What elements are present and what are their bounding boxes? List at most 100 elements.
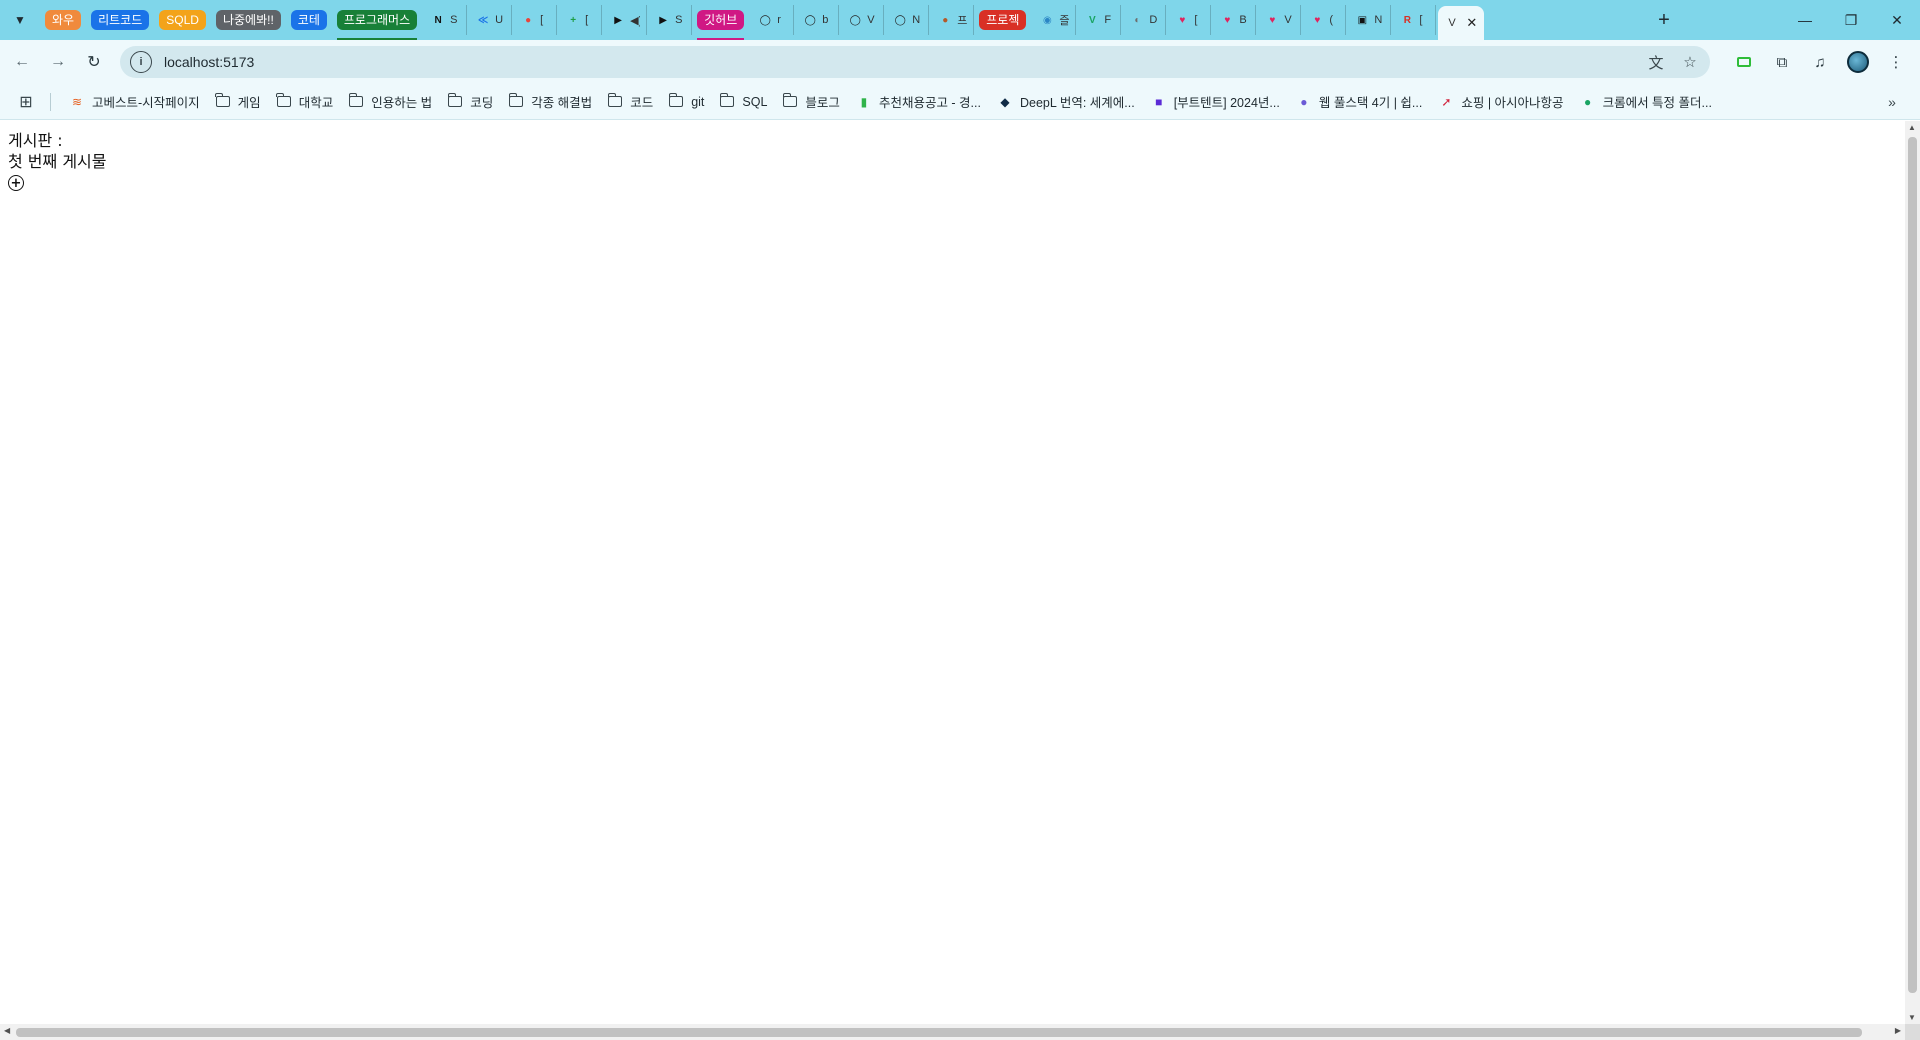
bookmark-item[interactable]: ◆ DeepL 번역: 세계에... [989,88,1143,116]
vertical-scrollbar[interactable]: ▲ ▼ [1905,121,1920,1024]
tab-favicon-icon: N [434,14,442,26]
tab-title: [ [540,14,544,26]
tab-favicon-icon: ≪ [477,14,489,26]
tab-group-chip[interactable]: SQLD [159,10,206,30]
post-list: 첫 번째 게시물 [8,151,1905,172]
vertical-scroll-thumb[interactable] [1908,137,1917,993]
bookmark-folder[interactable]: 인용하는 법 [341,88,440,116]
reload-button[interactable]: ↻ [80,48,108,76]
browser-tab[interactable]: ♥[ [1168,5,1212,35]
bookmark-separator [50,92,51,111]
site-info-icon[interactable]: i [130,51,152,73]
scroll-left-icon[interactable]: ◀ [4,1026,10,1035]
bookmark-item[interactable]: ▮ 추천채용공고 - 경... [848,88,989,116]
bookmark-folder[interactable]: 각종 해결법 [501,88,600,116]
more-bookmarks-button[interactable]: » [1878,88,1906,116]
restore-button[interactable]: ❐ [1828,0,1874,40]
tab-search-button[interactable]: ▼ [8,8,32,32]
tab-title: N [1374,14,1383,26]
tab-favicon-icon: ● [942,14,949,26]
menu-button[interactable]: ⋮ [1882,48,1910,76]
extensions-button[interactable]: ⧉ [1768,48,1796,76]
folder-icon [508,93,524,107]
browser-tab[interactable]: ▶ S [649,5,693,35]
post-item[interactable]: 첫 번째 게시물 [8,151,1905,172]
bookmark-folder[interactable]: 게임 [208,88,269,116]
browser-tab[interactable]: +[ [559,5,603,35]
browser-tab[interactable]: R[ [1393,5,1437,35]
bookmark-favicon-icon: ● [1583,94,1592,109]
scrollbar-corner [1905,1024,1920,1040]
scroll-up-icon[interactable]: ▲ [1908,123,1916,132]
browser-tab[interactable]: ● 프 [931,5,975,35]
back-button[interactable]: ← [8,48,36,76]
minimize-button[interactable]: — [1782,0,1828,40]
close-tab-icon[interactable]: ✕ [1466,15,1477,31]
bookmark-item[interactable]: ≋ 고베스트-시작페이지 [61,88,208,116]
tab-title: S [450,14,458,26]
browser-tab[interactable]: ♥ B [1213,5,1257,35]
add-post-button[interactable]: + [8,175,24,191]
tab-title: V [1284,14,1292,26]
new-tab-button[interactable]: + [1650,6,1678,34]
bookmark-folder[interactable]: SQL [712,88,775,116]
close-window-button[interactable]: ✕ [1874,0,1920,40]
browser-tab[interactable]: ◯ N [886,5,930,35]
translate-icon[interactable]: 文 [1646,52,1666,73]
tab-group-chip[interactable]: 프로그래머스 [336,10,418,40]
apps-button[interactable]: ⊞ [12,88,40,116]
horizontal-scroll-thumb[interactable] [16,1028,1862,1037]
tab-title: S [675,14,683,26]
scroll-right-icon[interactable]: ▶ [1895,1026,1901,1035]
forward-button[interactable]: → [44,48,72,76]
tab-group-chip[interactable]: 프로젝 [979,10,1027,30]
browser-tab[interactable]: ▶ ◀) [604,5,648,35]
active-tab[interactable]: V ✕ [1438,6,1485,40]
tab-group-chip[interactable]: 코테 [290,10,327,30]
tab-group-chip[interactable]: 와우 [45,10,82,30]
browser-tab[interactable]: ◉ 즐 [1033,5,1077,35]
browser-tab[interactable]: NS [424,5,468,35]
bookmark-item[interactable]: ■ [부트텐트] 2024년... [1143,88,1288,116]
bookmark-folder[interactable]: 대학교 [269,88,342,116]
browser-tab[interactable]: ▣ N [1348,5,1392,35]
tab-title: F [1104,14,1112,26]
bookmark-label: 블로그 [805,96,840,110]
tab-favicon-icon: ▶ [659,14,667,26]
bookmark-item[interactable]: ➚ 쇼핑 | 아시아나항공 [1430,88,1571,116]
profile-button[interactable] [1844,48,1872,76]
browser-tab[interactable]: ◯ V [841,5,885,35]
tab-group-chip[interactable]: 깃허브 [697,10,745,40]
browser-tab[interactable]: ◯ r [751,5,795,35]
tab-title: N [912,14,921,26]
media-control-button[interactable]: ♫ [1806,48,1834,76]
tab-group-chip[interactable]: 나중에봐!! [215,10,281,30]
bookmark-folder[interactable]: git [661,88,712,116]
browser-tab[interactable]: ◐ D [1123,5,1167,35]
extension-green-button[interactable] [1730,48,1758,76]
browser-tab[interactable]: VF [1078,5,1122,35]
browser-tab[interactable]: ≪ U [469,5,513,35]
bookmark-folder[interactable]: 코드 [600,88,661,116]
tab-strip: ▼ 와우리트코드SQLD나중에봐!!코테프로그래머스NS≪U●[+[▶◀)▶S깃… [0,0,1920,40]
bookmark-folder[interactable]: 코딩 [440,88,501,116]
bookmark-item[interactable]: ● 웹 풀스택 4기 | 쉽... [1288,88,1431,116]
browser-tab[interactable]: ♥ V [1258,5,1302,35]
tab-title: r [777,14,781,26]
avatar [1847,51,1869,73]
address-bar[interactable]: i localhost:5173 文 ☆ [120,46,1710,78]
horizontal-scrollbar[interactable]: ◀ ▶ [0,1024,1905,1040]
tab-group-chip[interactable]: 리트코드 [91,10,150,30]
scroll-down-icon[interactable]: ▼ [1908,1013,1916,1022]
tab-title: B [1239,14,1247,26]
browser-tab[interactable]: ●[ [514,5,558,35]
bookmark-item[interactable]: ● 크롬에서 특정 폴더... [1572,88,1720,116]
browser-tab[interactable]: ♥( [1303,5,1347,35]
chevron-double-right-icon: » [1888,94,1896,110]
url-text[interactable]: localhost:5173 [164,54,254,70]
browser-tab[interactable]: ◯ b [796,5,840,35]
bookmark-label: 웹 풀스택 4기 | 쉽... [1318,96,1423,110]
tab-favicon-icon: ♥ [1179,14,1186,26]
bookmark-folder[interactable]: 블로그 [775,88,848,116]
star-icon[interactable]: ☆ [1680,53,1700,71]
